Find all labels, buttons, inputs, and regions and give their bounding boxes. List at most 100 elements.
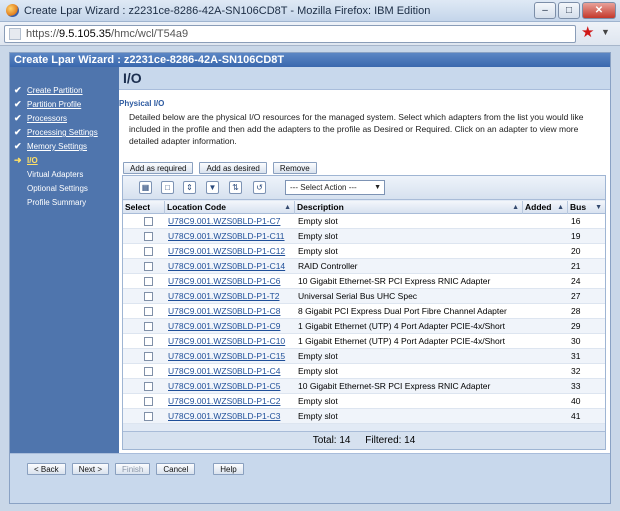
location-link[interactable]: U78C9.001.WZS0BLD-P1-C7 <box>165 214 295 229</box>
location-link[interactable]: U78C9.001.WZS0BLD-P1-C9 <box>165 319 295 334</box>
location-link[interactable]: U78C9.001.WZS0BLD-P1-C5 <box>165 379 295 394</box>
location-link[interactable]: U78C9.001.WZS0BLD-P1-C10 <box>165 334 295 349</box>
location-link[interactable]: U78C9.001.WZS0BLD-P1-T2 <box>165 289 295 304</box>
bus-cell: 16 <box>571 216 581 226</box>
location-link[interactable]: U78C9.001.WZS0BLD-P1-C8 <box>165 304 295 319</box>
bus-cell: 30 <box>571 336 581 346</box>
wizard-nav: < Back Next > Finish Cancel Help <box>10 453 610 503</box>
row-checkbox[interactable] <box>144 337 153 346</box>
row-checkbox[interactable] <box>144 367 153 376</box>
table-row: U78C9.001.WZS0BLD-P1-C7 Empty slot 16 <box>123 214 605 229</box>
maximize-icon[interactable]: □ <box>558 2 580 19</box>
table-toolbar: ▦ □ ⇕ ▼ ⇅ ↺ --- Select Action --- ▼ <box>123 176 605 200</box>
step-memory-settings[interactable]: ✔ Memory Settings <box>10 140 119 153</box>
page-title: I/O <box>119 67 610 90</box>
row-checkbox[interactable] <box>144 322 153 331</box>
checkmark-icon: ✔ <box>14 127 22 137</box>
step-processors[interactable]: ✔ Processors <box>10 112 119 125</box>
navigation-bar: https://9.5.105.35/hmc/wcl/T54a9 ★ ▼ <box>0 22 620 46</box>
add-as-desired-button[interactable]: Add as desired <box>199 162 267 174</box>
edit-sort-icon[interactable]: ⇅ <box>229 181 242 194</box>
location-link[interactable]: U78C9.001.WZS0BLD-P1-C6 <box>165 274 295 289</box>
table-row: U78C9.001.WZS0BLD-P1-C15 Empty slot 31 <box>123 349 605 364</box>
location-link[interactable]: U78C9.001.WZS0BLD-P1-C15 <box>165 349 295 364</box>
col-description[interactable]: Description ▲ <box>295 201 523 214</box>
description-cell: 8 Gigabit PCI Express Dual Port Fibre Ch… <box>298 306 507 316</box>
bus-cell: 28 <box>571 306 581 316</box>
col-added[interactable]: Added ▲ <box>523 201 568 214</box>
bus-cell: 27 <box>571 291 581 301</box>
location-link[interactable]: U78C9.001.WZS0BLD-P1-C3 <box>165 409 295 424</box>
row-checkbox[interactable] <box>144 277 153 286</box>
minimize-icon[interactable]: – <box>534 2 556 19</box>
cancel-button[interactable]: Cancel <box>156 463 196 475</box>
close-icon[interactable]: ✕ <box>582 2 616 19</box>
chevron-down-icon: ▼ <box>374 184 381 191</box>
bus-cell: 31 <box>571 351 581 361</box>
col-bus[interactable]: Bus ▼ <box>568 201 605 214</box>
row-checkbox[interactable] <box>144 247 153 256</box>
table-row: U78C9.001.WZS0BLD-P1-C10 1 Gigabit Ethern… <box>123 334 605 349</box>
remove-button[interactable]: Remove <box>272 162 317 174</box>
row-checkbox[interactable] <box>144 307 153 316</box>
step-io[interactable]: ➜ I/O <box>10 154 119 167</box>
next-button[interactable]: Next > <box>71 463 110 475</box>
step-optional-settings: Optional Settings <box>27 184 88 193</box>
expand-icon[interactable]: ⇕ <box>183 181 196 194</box>
sort-icon: ▲ <box>512 204 519 211</box>
main-content: I/O Physical I/O Detailed below are the … <box>119 67 610 453</box>
col-location-code[interactable]: Location Code ▲ <box>165 201 295 214</box>
location-link[interactable]: U78C9.001.WZS0BLD-P1-C14 <box>165 259 295 274</box>
table-row: U78C9.001.WZS0BLD-P1-C12 Empty slot 20 <box>123 244 605 259</box>
add-as-required-button[interactable]: Add as required <box>123 162 194 174</box>
row-checkbox[interactable] <box>144 397 153 406</box>
select-all-icon[interactable]: ▦ <box>139 181 152 194</box>
help-button[interactable]: Help <box>213 463 244 475</box>
select-action-dropdown[interactable]: --- Select Action --- ▼ <box>285 180 385 195</box>
row-checkbox[interactable] <box>144 352 153 361</box>
back-button[interactable]: < Back <box>27 463 66 475</box>
bus-cell: 32 <box>571 366 581 376</box>
description-cell: 10 Gigabit Ethernet-SR PCI Express RNIC … <box>298 381 491 391</box>
description-cell: Empty slot <box>298 246 338 256</box>
row-checkbox[interactable] <box>144 217 153 226</box>
step-processing-settings[interactable]: ✔ Processing Settings <box>10 126 119 139</box>
deselect-all-icon[interactable]: □ <box>161 181 174 194</box>
wizard-nav-buttons: < Back Next > Finish Cancel Help <box>27 463 244 475</box>
sort-icon: ▲ <box>284 204 291 211</box>
description-cell: Empty slot <box>298 396 338 406</box>
bus-cell: 21 <box>571 261 581 271</box>
step-create-partition[interactable]: ✔ Create Partition <box>10 84 119 97</box>
url-field[interactable]: https://9.5.105.35/hmc/wcl/T54a9 <box>4 25 576 43</box>
table-row: U78C9.001.WZS0BLD-P1-C5 10 Gigabit Ethern… <box>123 379 605 394</box>
row-checkbox[interactable] <box>144 262 153 271</box>
bookmark-star-icon[interactable]: ★ <box>581 25 594 41</box>
row-checkbox[interactable] <box>144 412 153 421</box>
page-icon <box>9 28 21 40</box>
location-link[interactable]: U78C9.001.WZS0BLD-P1-C4 <box>165 364 295 379</box>
table-footer: Total: 14 Filtered: 14 <box>123 431 605 449</box>
adapter-actions: Add as required Add as desired Remove <box>123 162 317 174</box>
location-link[interactable]: U78C9.001.WZS0BLD-P1-C2 <box>165 394 295 409</box>
bus-cell: 29 <box>571 321 581 331</box>
table-row: U78C9.001.WZS0BLD-P1-T2 Universal Serial … <box>123 289 605 304</box>
url-dropdown-icon[interactable]: ▼ <box>601 27 610 37</box>
filter-icon[interactable]: ▼ <box>206 181 219 194</box>
step-partition-profile[interactable]: ✔ Partition Profile <box>10 98 119 111</box>
total-count: Total: 14 <box>312 435 351 446</box>
location-link[interactable]: U78C9.001.WZS0BLD-P1-C12 <box>165 244 295 259</box>
row-checkbox[interactable] <box>144 292 153 301</box>
description-cell: Universal Serial Bus UHC Spec <box>298 291 418 301</box>
row-checkbox[interactable] <box>144 232 153 241</box>
clear-sort-icon[interactable]: ↺ <box>253 181 266 194</box>
finish-button: Finish <box>115 463 151 475</box>
row-checkbox[interactable] <box>144 382 153 391</box>
filtered-count: Filtered: 14 <box>365 435 416 446</box>
location-link[interactable]: U78C9.001.WZS0BLD-P1-C11 <box>165 229 295 244</box>
step-profile-summary: Profile Summary <box>27 198 87 207</box>
table-row: U78C9.001.WZS0BLD-P1-C11 Empty slot 19 <box>123 229 605 244</box>
description-cell: 1 Gigabit Ethernet (UTP) 4 Port Adapter … <box>298 336 505 346</box>
sort-icon: ▲ <box>557 204 564 211</box>
table-row: U78C9.001.WZS0BLD-P1-C8 8 Gigabit PCI Exp… <box>123 304 605 319</box>
description-cell: Empty slot <box>298 366 338 376</box>
